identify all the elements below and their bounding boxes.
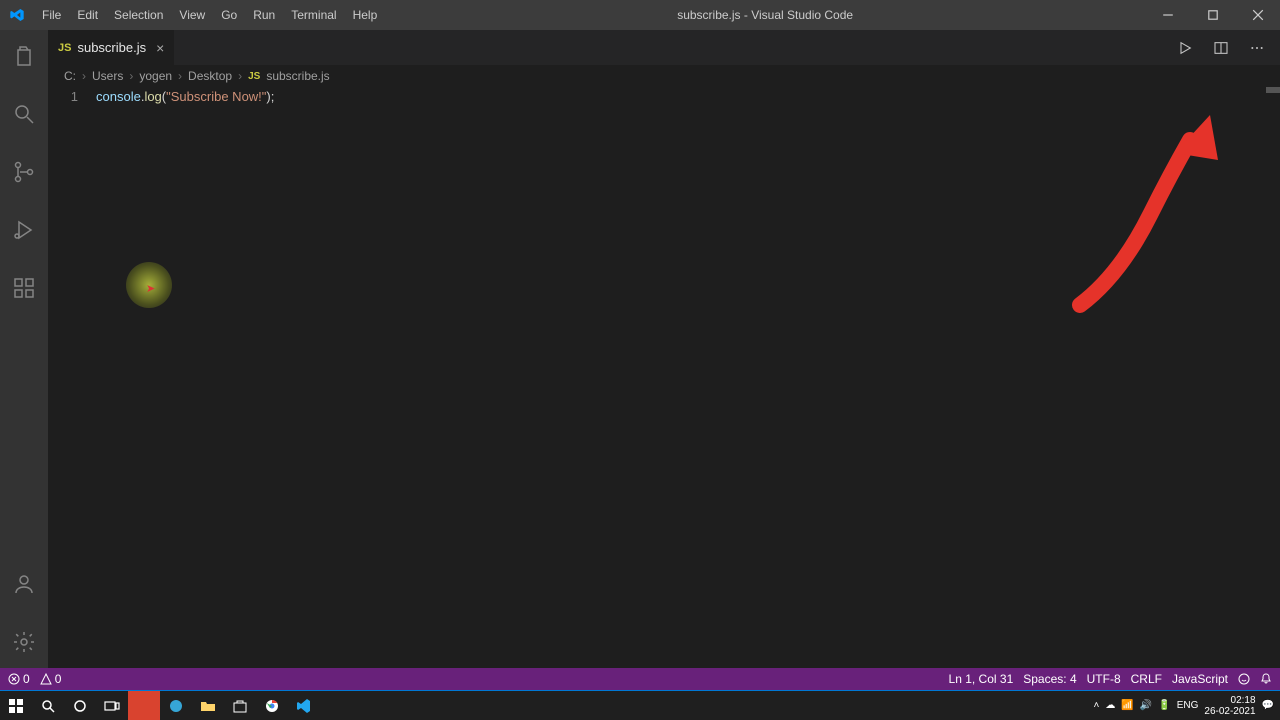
- search-icon[interactable]: [0, 94, 48, 134]
- crumb[interactable]: C:: [64, 69, 76, 83]
- status-bar: 0 0 Ln 1, Col 31 Spaces: 4 UTF-8 CRLF Ja…: [0, 668, 1280, 690]
- tray-language[interactable]: ENG: [1177, 700, 1199, 711]
- minimize-button[interactable]: [1145, 0, 1190, 30]
- close-button[interactable]: [1235, 0, 1280, 30]
- status-eol[interactable]: CRLF: [1131, 672, 1162, 686]
- chevron-right-icon: ›: [178, 69, 182, 83]
- menu-bar: File Edit Selection View Go Run Terminal…: [34, 0, 385, 30]
- split-editor-button[interactable]: [1210, 37, 1232, 59]
- minimap[interactable]: [1266, 87, 1280, 93]
- menu-go[interactable]: Go: [213, 0, 245, 30]
- run-code-button[interactable]: [1174, 37, 1196, 59]
- vscode-logo-icon: [0, 0, 34, 30]
- menu-edit[interactable]: Edit: [69, 0, 106, 30]
- crumb[interactable]: Desktop: [188, 69, 232, 83]
- tray-notifications-icon[interactable]: 💬: [1262, 700, 1274, 711]
- tray-chevron-icon[interactable]: ˄: [1094, 700, 1100, 711]
- status-cursor-pos[interactable]: Ln 1, Col 31: [949, 672, 1014, 686]
- source-control-icon[interactable]: [0, 152, 48, 192]
- explorer-icon[interactable]: [0, 36, 48, 76]
- status-bell-icon[interactable]: [1260, 673, 1272, 685]
- taskbar-edge-icon[interactable]: [160, 691, 192, 720]
- task-view-icon[interactable]: [96, 691, 128, 720]
- window-controls: [1145, 0, 1280, 30]
- start-button[interactable]: [0, 691, 32, 720]
- arrow-annotation: [1060, 105, 1230, 315]
- cursor-icon: ➤: [146, 282, 155, 295]
- taskbar-explorer-icon[interactable]: [192, 691, 224, 720]
- status-warnings[interactable]: 0: [40, 672, 62, 686]
- extensions-icon[interactable]: [0, 268, 48, 308]
- tab-label: subscribe.js: [77, 40, 146, 55]
- menu-help[interactable]: Help: [345, 0, 386, 30]
- editor: JS subscribe.js × C: › Users ›: [48, 30, 1280, 668]
- menu-view[interactable]: View: [171, 0, 213, 30]
- code-line[interactable]: console.log("Subscribe Now!");: [96, 87, 274, 106]
- menu-selection[interactable]: Selection: [106, 0, 171, 30]
- code-editor[interactable]: 1 console.log("Subscribe Now!"); ➤: [48, 87, 1280, 668]
- status-encoding[interactable]: UTF-8: [1087, 672, 1121, 686]
- windows-taskbar: ˄ ☁ 📶 🔊 🔋 ENG 02:18 26-02-2021 💬: [0, 690, 1280, 720]
- breadcrumb[interactable]: C: › Users › yogen › Desktop › JS subscr…: [48, 65, 1280, 87]
- taskbar-chrome-icon[interactable]: [256, 691, 288, 720]
- cortana-icon[interactable]: [64, 691, 96, 720]
- taskbar-vscode-icon[interactable]: [288, 691, 320, 720]
- tray-volume-icon[interactable]: 🔊: [1140, 700, 1152, 711]
- run-debug-icon[interactable]: [0, 210, 48, 250]
- maximize-button[interactable]: [1190, 0, 1235, 30]
- status-errors[interactable]: 0: [8, 672, 30, 686]
- crumb[interactable]: yogen: [139, 69, 172, 83]
- tray-wifi-icon[interactable]: 📶: [1121, 700, 1133, 711]
- menu-run[interactable]: Run: [245, 0, 283, 30]
- tray-battery-icon[interactable]: 🔋: [1158, 700, 1170, 711]
- menu-terminal[interactable]: Terminal: [283, 0, 344, 30]
- status-language[interactable]: JavaScript: [1172, 672, 1228, 686]
- title-bar: File Edit Selection View Go Run Terminal…: [0, 0, 1280, 30]
- js-file-icon: JS: [58, 42, 71, 54]
- tab-subscribe-js[interactable]: JS subscribe.js ×: [48, 30, 175, 65]
- chevron-right-icon: ›: [238, 69, 242, 83]
- status-spaces[interactable]: Spaces: 4: [1023, 672, 1076, 686]
- status-feedback-icon[interactable]: [1238, 673, 1250, 685]
- taskbar-search-icon[interactable]: [32, 691, 64, 720]
- more-actions-button[interactable]: [1246, 37, 1268, 59]
- window-title: subscribe.js - Visual Studio Code: [385, 8, 1145, 22]
- tray-onedrive-icon[interactable]: ☁: [1105, 700, 1115, 711]
- chevron-right-icon: ›: [129, 69, 133, 83]
- activity-bar: [0, 30, 48, 668]
- chevron-right-icon: ›: [82, 69, 86, 83]
- settings-gear-icon[interactable]: [0, 622, 48, 662]
- tabs: JS subscribe.js ×: [48, 30, 1280, 65]
- taskbar-store-icon[interactable]: [224, 691, 256, 720]
- accounts-icon[interactable]: [0, 564, 48, 604]
- menu-file[interactable]: File: [34, 0, 69, 30]
- tab-close-icon[interactable]: ×: [156, 40, 164, 56]
- crumb[interactable]: Users: [92, 69, 123, 83]
- tray-clock[interactable]: 02:18 26-02-2021: [1204, 695, 1255, 717]
- crumb-file[interactable]: subscribe.js: [266, 69, 329, 83]
- taskbar-app-1[interactable]: [128, 691, 160, 720]
- line-number: 1: [48, 87, 96, 106]
- js-file-icon: JS: [248, 71, 260, 82]
